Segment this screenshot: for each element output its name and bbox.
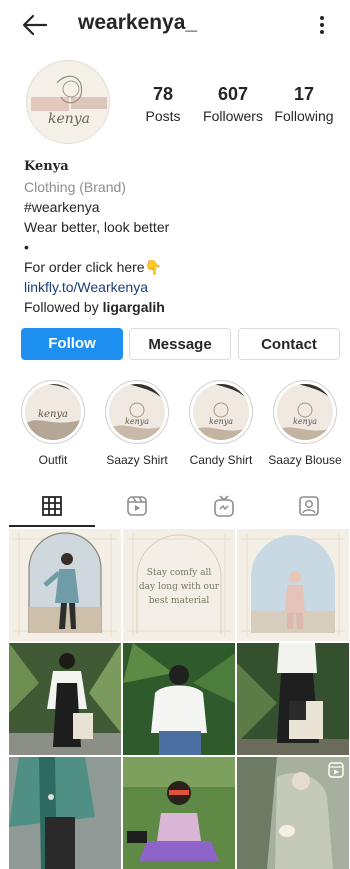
active-tab-indicator [9,525,95,527]
post-thumbnail[interactable] [237,529,349,641]
bio-line-order: For order click here👇 [24,257,334,277]
post-thumbnail[interactable] [123,757,235,869]
profile-name: Kenya [24,159,69,174]
highlight-outfit[interactable]: kenya Outfit [13,380,93,467]
tab-igtv[interactable] [212,494,236,518]
post-thumbnail[interactable] [237,643,349,755]
profile-username: wearkenya_ [78,11,198,34]
svg-text:day long with our: day long with our [139,582,220,592]
svg-text:kenya: kenya [125,417,149,426]
avatar-logo: kenya [27,61,109,143]
posts-count-label: Posts [145,108,181,124]
post-thumbnail-quote[interactable]: Stay comfy all day long with our best ma… [123,529,235,641]
post-thumbnail-reel[interactable] [237,757,349,869]
highlight-cover: kenya [21,380,85,444]
following-count-label: Following [274,108,334,124]
posts-count-value: 78 [152,84,174,104]
highlight-label: Saazy Shirt [106,453,168,467]
bio-line-tagline: Wear better, look better [24,219,170,235]
svg-text:kenya: kenya [48,111,90,127]
bio-line-hashtag[interactable]: #wearkenya [24,197,334,217]
bio-link[interactable]: linkfly.to/Wearkenya [24,277,334,297]
followers-count-label: Followers [203,108,263,124]
highlight-candy-shirt[interactable]: kenya Candy Shirt [181,380,261,467]
contact-button[interactable]: Contact [238,328,340,360]
more-options-button[interactable] [312,11,332,39]
svg-text:Stay comfy all: Stay comfy all [147,568,212,578]
highlight-label: Candy Shirt [189,453,253,467]
highlight-cover: kenya [189,380,253,444]
highlight-label: Saazy Blouse [268,453,342,467]
highlight-label: Outfit [38,453,68,467]
following-count[interactable]: 17 Following [271,84,337,124]
posts-count: 78 Posts [140,84,186,124]
followers-count[interactable]: 607 Followers [199,84,267,124]
svg-text:kenya: kenya [293,417,317,426]
svg-text:kenya: kenya [38,409,68,420]
post-thumbnail[interactable] [9,529,121,641]
followed-by-prefix: Followed by [24,299,103,315]
top-bar: wearkenya_ [0,0,350,50]
tab-reels[interactable] [125,494,149,518]
more-vertical-icon [320,16,324,34]
followed-by-user[interactable]: ligargalih [103,299,165,315]
igtv-icon [214,495,234,517]
grid-icon [42,496,62,516]
tab-tagged[interactable] [297,494,321,518]
post-thumbnail[interactable] [9,643,121,755]
profile-bio: Kenya Clothing (Brand) #wearkenya Wear b… [24,157,334,317]
tab-grid[interactable] [40,494,64,518]
pointing-down-icon: 👇 [144,259,163,275]
profile-avatar[interactable]: kenya [26,60,110,144]
bio-order-text: For order click here [24,259,145,275]
svg-text:best material: best material [149,596,210,606]
post-thumbnail[interactable] [9,757,121,869]
bio-line-bullet: • [24,239,29,255]
followers-count-value: 607 [217,84,249,104]
posts-grid: Stay comfy all day long with our best ma… [9,529,349,869]
following-count-value: 17 [293,84,315,104]
profile-tabs [0,488,350,528]
followed-by[interactable]: Followed by ligargalih [24,297,334,317]
post-thumbnail[interactable] [123,643,235,755]
highlight-saazy-blouse[interactable]: kenya Saazy Blouse [265,380,345,467]
message-button[interactable]: Message [129,328,231,360]
highlight-saazy-shirt[interactable]: kenya Saazy Shirt [97,380,177,467]
highlight-cover: kenya [105,380,169,444]
back-button[interactable] [20,11,50,39]
svg-text:kenya: kenya [209,417,233,426]
highlight-cover: kenya [273,380,337,444]
arrow-left-icon [22,14,48,36]
tagged-user-icon [299,496,319,516]
follow-button[interactable]: Follow [21,328,123,360]
reels-icon [127,496,147,516]
profile-category: Clothing (Brand) [24,179,126,195]
